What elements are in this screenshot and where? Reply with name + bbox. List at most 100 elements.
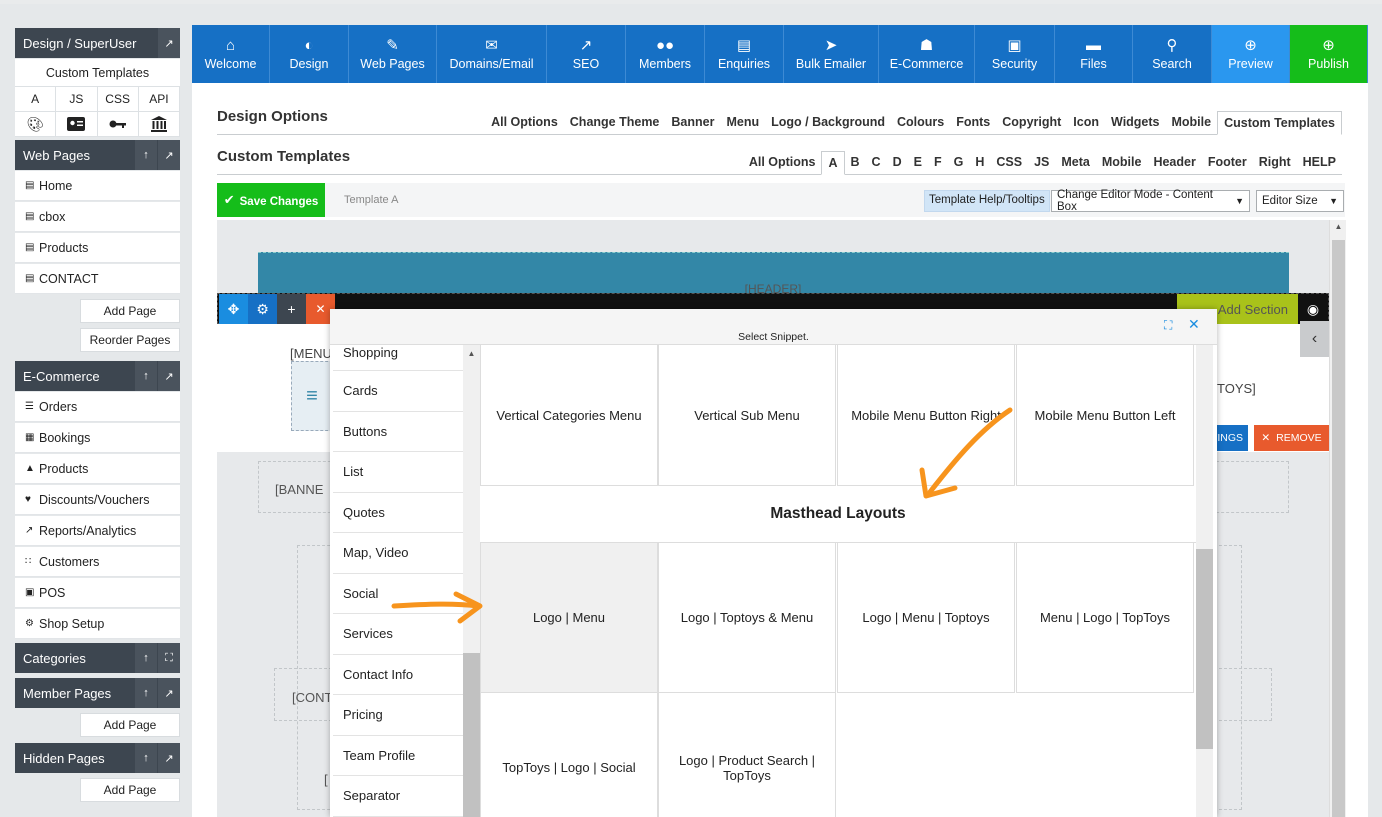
tab-ct-all-options[interactable]: All Options <box>743 151 822 175</box>
category-separator[interactable]: Separator <box>333 776 463 817</box>
sidebar-item-pos[interactable]: ▣ POS <box>15 578 180 608</box>
sidebar-item-orders[interactable]: ☰ Orders <box>15 392 180 422</box>
editor-size-select[interactable]: Editor Size ▼ <box>1256 190 1344 212</box>
editor-mode-select[interactable]: Change Editor Mode - Content Box ▼ <box>1051 189 1250 213</box>
tab-ct-help[interactable]: HELP <box>1297 151 1342 175</box>
snippet-mobile-menu-left[interactable]: Mobile Menu Button Left <box>1016 345 1194 486</box>
nav-security[interactable]: ▣ Security <box>975 25 1055 83</box>
sidebar-item-ecom-products[interactable]: ▲ Products <box>15 454 180 484</box>
add-hidden-page-button[interactable]: Add Page <box>80 778 180 802</box>
sidebar-item-customers[interactable]: ∷ Customers <box>15 547 180 577</box>
nav-members[interactable]: ●● Members <box>626 25 705 83</box>
id-card-icon[interactable] <box>56 112 98 137</box>
arrow-up-icon[interactable]: ↑ <box>135 643 157 673</box>
sidebar-item-bookings[interactable]: ▦ Bookings <box>15 423 180 453</box>
snippet-logo-product-search-toptoys[interactable]: Logo | Product Search | TopToys <box>658 693 836 817</box>
tab-change-theme[interactable]: Change Theme <box>564 111 666 135</box>
move-icon[interactable]: ✥ <box>219 294 248 324</box>
tab-ct-meta[interactable]: Meta <box>1055 151 1095 175</box>
snippet-logo-menu-toptoys[interactable]: Logo | Menu | Toptoys <box>837 543 1015 693</box>
gear-icon[interactable]: ⚙ <box>248 294 277 324</box>
sidebar-item-contact[interactable]: ▤ CONTACT <box>15 264 180 294</box>
tab-ct-css[interactable]: CSS <box>990 151 1028 175</box>
category-quotes[interactable]: Quotes <box>333 493 463 533</box>
nav-ecommerce[interactable]: ☗ E-Commerce <box>879 25 975 83</box>
code-link-a[interactable]: A <box>15 87 57 112</box>
snippet-logo-menu[interactable]: Logo | Menu <box>480 543 658 693</box>
tab-ct-d[interactable]: D <box>887 151 908 175</box>
sidebar-item-home[interactable]: ▤ Home <box>15 171 180 201</box>
nav-welcome[interactable]: ⌂ Welcome <box>192 25 270 83</box>
sidebar-item-reports[interactable]: ↗ Reports/Analytics <box>15 516 180 546</box>
snippet-vertical-categories-menu[interactable]: Vertical Categories Menu <box>480 345 658 486</box>
pin-icon[interactable]: ↗ <box>158 743 180 773</box>
code-link-css[interactable]: CSS <box>97 87 139 112</box>
nav-seo[interactable]: ↗ SEO <box>547 25 626 83</box>
maximize-icon[interactable]: ⛶ <box>1164 318 1172 333</box>
nav-bulk-emailer[interactable]: ➤ Bulk Emailer <box>784 25 879 83</box>
tab-icon[interactable]: Icon <box>1067 111 1105 135</box>
arrow-up-icon[interactable]: ↑ <box>135 140 157 170</box>
nav-search[interactable]: ⚲ Search <box>1133 25 1212 83</box>
tab-ct-f[interactable]: F <box>928 151 948 175</box>
category-scrollbar[interactable]: ▲ <box>463 345 480 817</box>
sidebar-item-shop-setup[interactable]: ⚙ Shop Setup <box>15 609 180 639</box>
tab-menu[interactable]: Menu <box>720 111 765 135</box>
category-cards[interactable]: Cards <box>333 371 463 412</box>
tab-banner[interactable]: Banner <box>665 111 720 135</box>
category-pricing[interactable]: Pricing <box>333 695 463 736</box>
tab-copyright[interactable]: Copyright <box>996 111 1067 135</box>
eye-icon[interactable]: ◉ <box>1298 294 1328 324</box>
pin-icon[interactable]: ↗ <box>158 28 180 58</box>
hamburger-icon[interactable]: ≡ <box>291 361 333 431</box>
nav-publish[interactable]: ⊕ Publish <box>1290 25 1368 83</box>
pin-icon[interactable]: ↗ <box>158 678 180 708</box>
category-list[interactable]: List <box>333 452 463 493</box>
code-link-api[interactable]: API <box>138 87 180 112</box>
tab-fonts[interactable]: Fonts <box>950 111 996 135</box>
add-member-page-button[interactable]: Add Page <box>80 713 180 737</box>
snippet-logo-toptoys-menu[interactable]: Logo | Toptoys & Menu <box>658 543 836 693</box>
tab-ct-g[interactable]: G <box>948 151 970 175</box>
tab-ct-b[interactable]: B <box>845 151 866 175</box>
nav-design[interactable]: ◐ Design <box>270 25 349 83</box>
category-buttons[interactable]: Buttons <box>333 412 463 452</box>
arrow-up-icon[interactable]: ↑ <box>135 361 157 391</box>
nav-domains-email[interactable]: ✉ Domains/Email <box>437 25 547 83</box>
tab-ct-footer[interactable]: Footer <box>1202 151 1253 175</box>
snippet-vertical-sub-menu[interactable]: Vertical Sub Menu <box>658 345 836 486</box>
template-help-button[interactable]: Template Help/Tooltips <box>924 190 1050 212</box>
palette-icon[interactable]: 🎨︎ <box>15 112 57 137</box>
bank-icon[interactable] <box>138 112 180 137</box>
tab-all-options[interactable]: All Options <box>485 111 564 135</box>
tab-logo-background[interactable]: Logo / Background <box>765 111 891 135</box>
nav-preview[interactable]: ⊕ Preview <box>1212 25 1290 83</box>
save-changes-button[interactable]: ✔ Save Changes <box>217 183 325 217</box>
arrow-up-icon[interactable]: ↑ <box>135 743 157 773</box>
key-icon[interactable] <box>97 112 139 137</box>
tab-ct-e[interactable]: E <box>908 151 928 175</box>
tab-custom-templates[interactable]: Custom Templates <box>1217 111 1342 135</box>
chevron-left-icon[interactable]: ‹ <box>1300 321 1329 357</box>
nav-enquiries[interactable]: ▤ Enquiries <box>705 25 784 83</box>
tab-ct-h[interactable]: H <box>969 151 990 175</box>
tab-ct-js[interactable]: JS <box>1028 151 1055 175</box>
tab-ct-right[interactable]: Right <box>1253 151 1297 175</box>
pin-icon[interactable]: ↗ <box>158 140 180 170</box>
code-link-js[interactable]: JS <box>56 87 98 112</box>
category-contact-info[interactable]: Contact Info <box>333 655 463 695</box>
remove-button[interactable]: ✕ REMOVE <box>1254 425 1329 451</box>
tab-ct-c[interactable]: C <box>866 151 887 175</box>
canvas-scrollbar[interactable]: ▲ <box>1329 220 1346 817</box>
plus-icon[interactable]: + <box>277 294 306 324</box>
tab-mobile[interactable]: Mobile <box>1166 111 1218 135</box>
snippet-toptoys-logo-social[interactable]: TopToys | Logo | Social <box>480 693 658 817</box>
expand-icon[interactable]: ⛶ <box>158 643 180 673</box>
tab-colours[interactable]: Colours <box>891 111 950 135</box>
category-map-video[interactable]: Map, Video <box>333 533 463 574</box>
add-page-button[interactable]: Add Page <box>80 299 180 323</box>
category-team-profile[interactable]: Team Profile <box>333 736 463 776</box>
pin-icon[interactable]: ↗ <box>158 361 180 391</box>
nav-files[interactable]: ▬ Files <box>1055 25 1133 83</box>
tab-ct-header[interactable]: Header <box>1147 151 1201 175</box>
